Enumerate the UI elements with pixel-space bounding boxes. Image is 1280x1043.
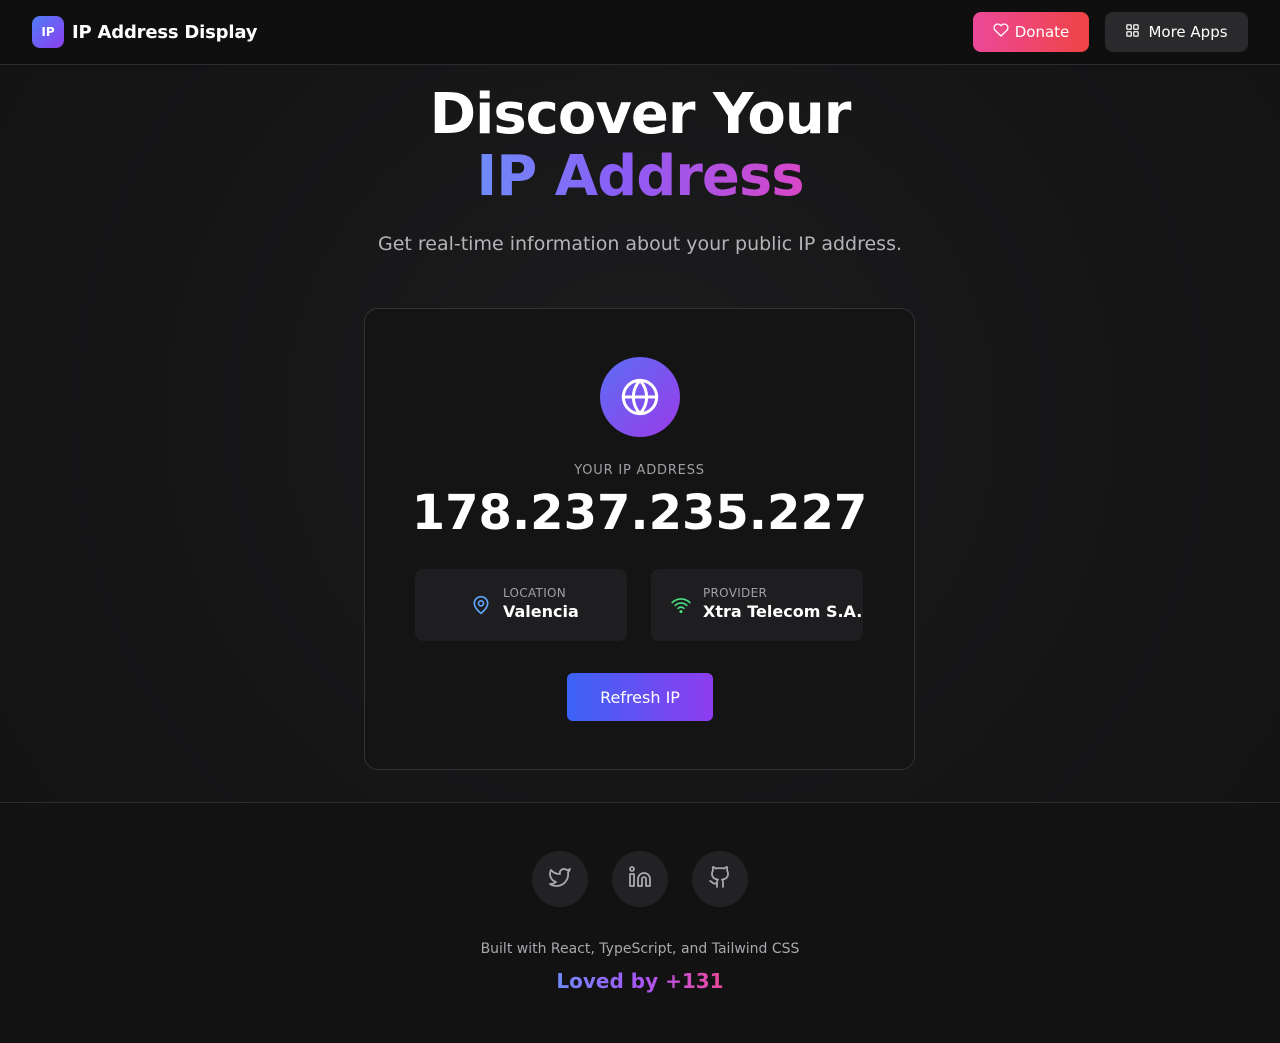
built-with-text: Built with React, TypeScript, and Tailwi…: [480, 941, 800, 957]
app-logo: IP: [32, 16, 64, 48]
ip-card: YOUR IP ADDRESS 178.237.235.227 LOCATION…: [364, 308, 915, 770]
more-apps-button[interactable]: More Apps: [1105, 12, 1248, 52]
top-bar: IP IP Address Display Donate More Apps: [0, 0, 1280, 65]
provider-label: PROVIDER: [703, 586, 768, 600]
donate-label: Donate: [1014, 23, 1070, 41]
grid-icon: [1125, 23, 1140, 42]
page-subtitle: Get real-time information about your pub…: [377, 233, 903, 255]
provider-box: PROVIDER Xtra Telecom S.A.: [651, 569, 863, 641]
app-name: IP Address Display: [72, 21, 258, 43]
more-apps-label: More Apps: [1148, 23, 1228, 41]
github-icon: [708, 865, 732, 893]
footer: Built with React, TypeScript, and Tailwi…: [0, 802, 1280, 1043]
linkedin-link[interactable]: [612, 851, 668, 907]
refresh-ip-button[interactable]: Refresh IP: [567, 673, 713, 721]
loved-by-text: Loved by +131: [556, 969, 724, 993]
title-line-1: Discover Your: [429, 82, 852, 147]
brand[interactable]: IP IP Address Display: [32, 16, 257, 48]
title-line-2: IP Address: [476, 144, 804, 209]
loved-by-counter: Loved by +131: [0, 969, 1280, 993]
ip-label: YOUR IP ADDRESS: [574, 463, 705, 478]
location-label: LOCATION: [503, 586, 567, 600]
donate-button[interactable]: Donate: [973, 12, 1089, 52]
globe-icon: [600, 357, 680, 437]
location-box: LOCATION Valencia: [415, 569, 627, 641]
ip-value: 178.237.235.227: [411, 485, 868, 541]
provider-value: Xtra Telecom S.A.: [703, 602, 863, 621]
twitter-icon: [548, 865, 572, 893]
map-pin-icon: [471, 595, 491, 615]
page-title: Discover Your IP Address: [0, 84, 1280, 208]
github-link[interactable]: [692, 851, 748, 907]
twitter-link[interactable]: [532, 851, 588, 907]
wifi-icon: [671, 595, 691, 615]
linkedin-icon: [628, 865, 652, 893]
location-value: Valencia: [503, 602, 579, 621]
heart-icon: [993, 22, 1009, 42]
